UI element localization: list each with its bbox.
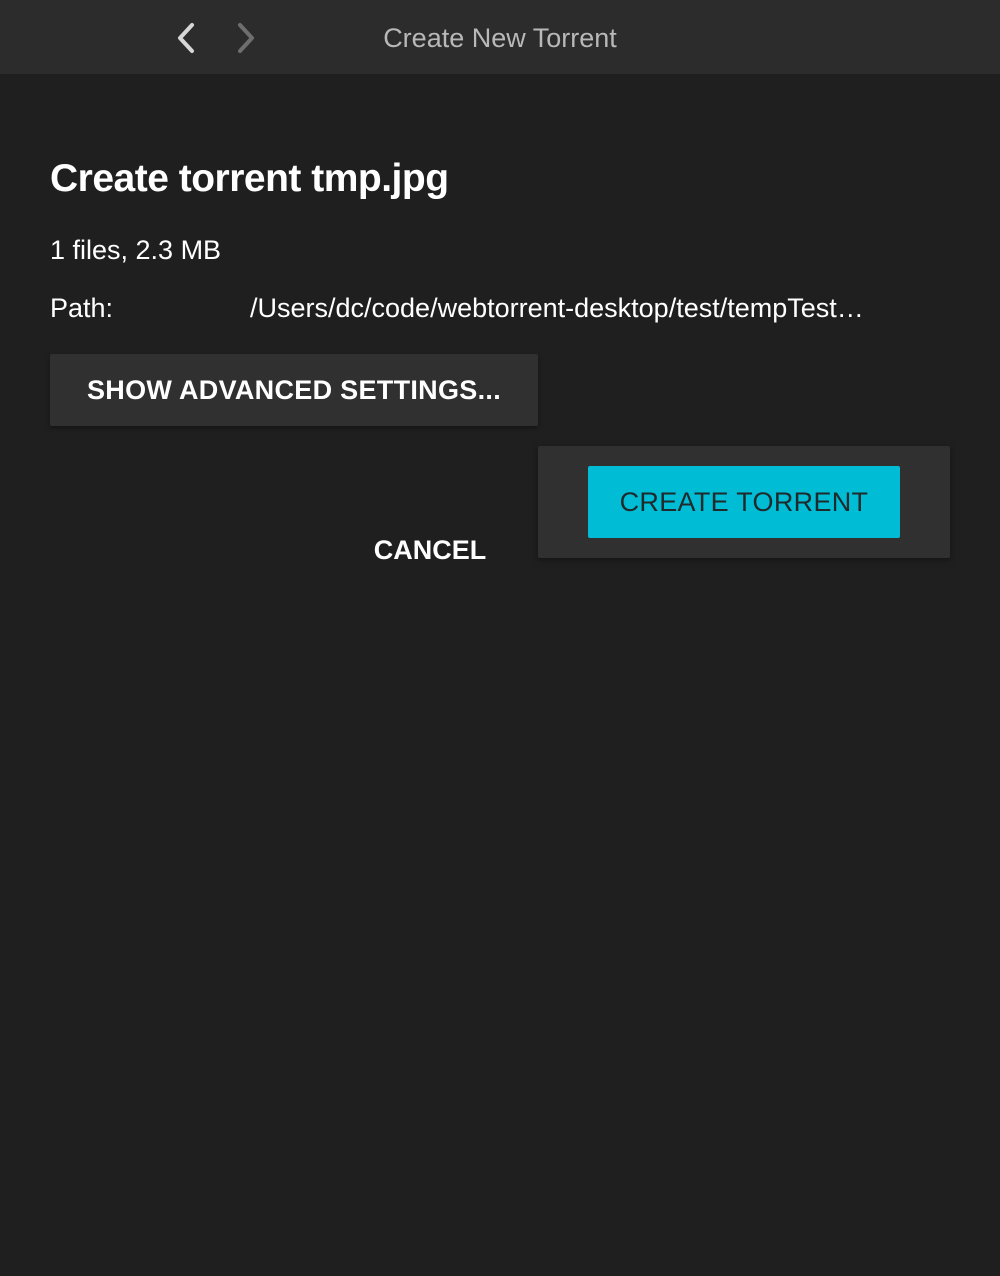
window-title: Create New Torrent: [383, 23, 617, 53]
create-torrent-panel: CREATE TORRENT: [538, 446, 950, 558]
create-torrent-button[interactable]: CREATE TORRENT: [588, 466, 900, 538]
page-title: Create torrent tmp.jpg: [50, 157, 449, 200]
file-summary: 1 files, 2.3 MB: [50, 235, 222, 265]
cancel-button[interactable]: CANCEL: [340, 526, 520, 574]
show-advanced-settings-button[interactable]: SHOW ADVANCED SETTINGS...: [50, 354, 538, 426]
title-bar: Create New Torrent: [0, 0, 1000, 74]
path-label: Path:: [50, 293, 114, 323]
path-value: /Users/dc/code/webtorrent-desktop/test/t…: [250, 293, 864, 323]
